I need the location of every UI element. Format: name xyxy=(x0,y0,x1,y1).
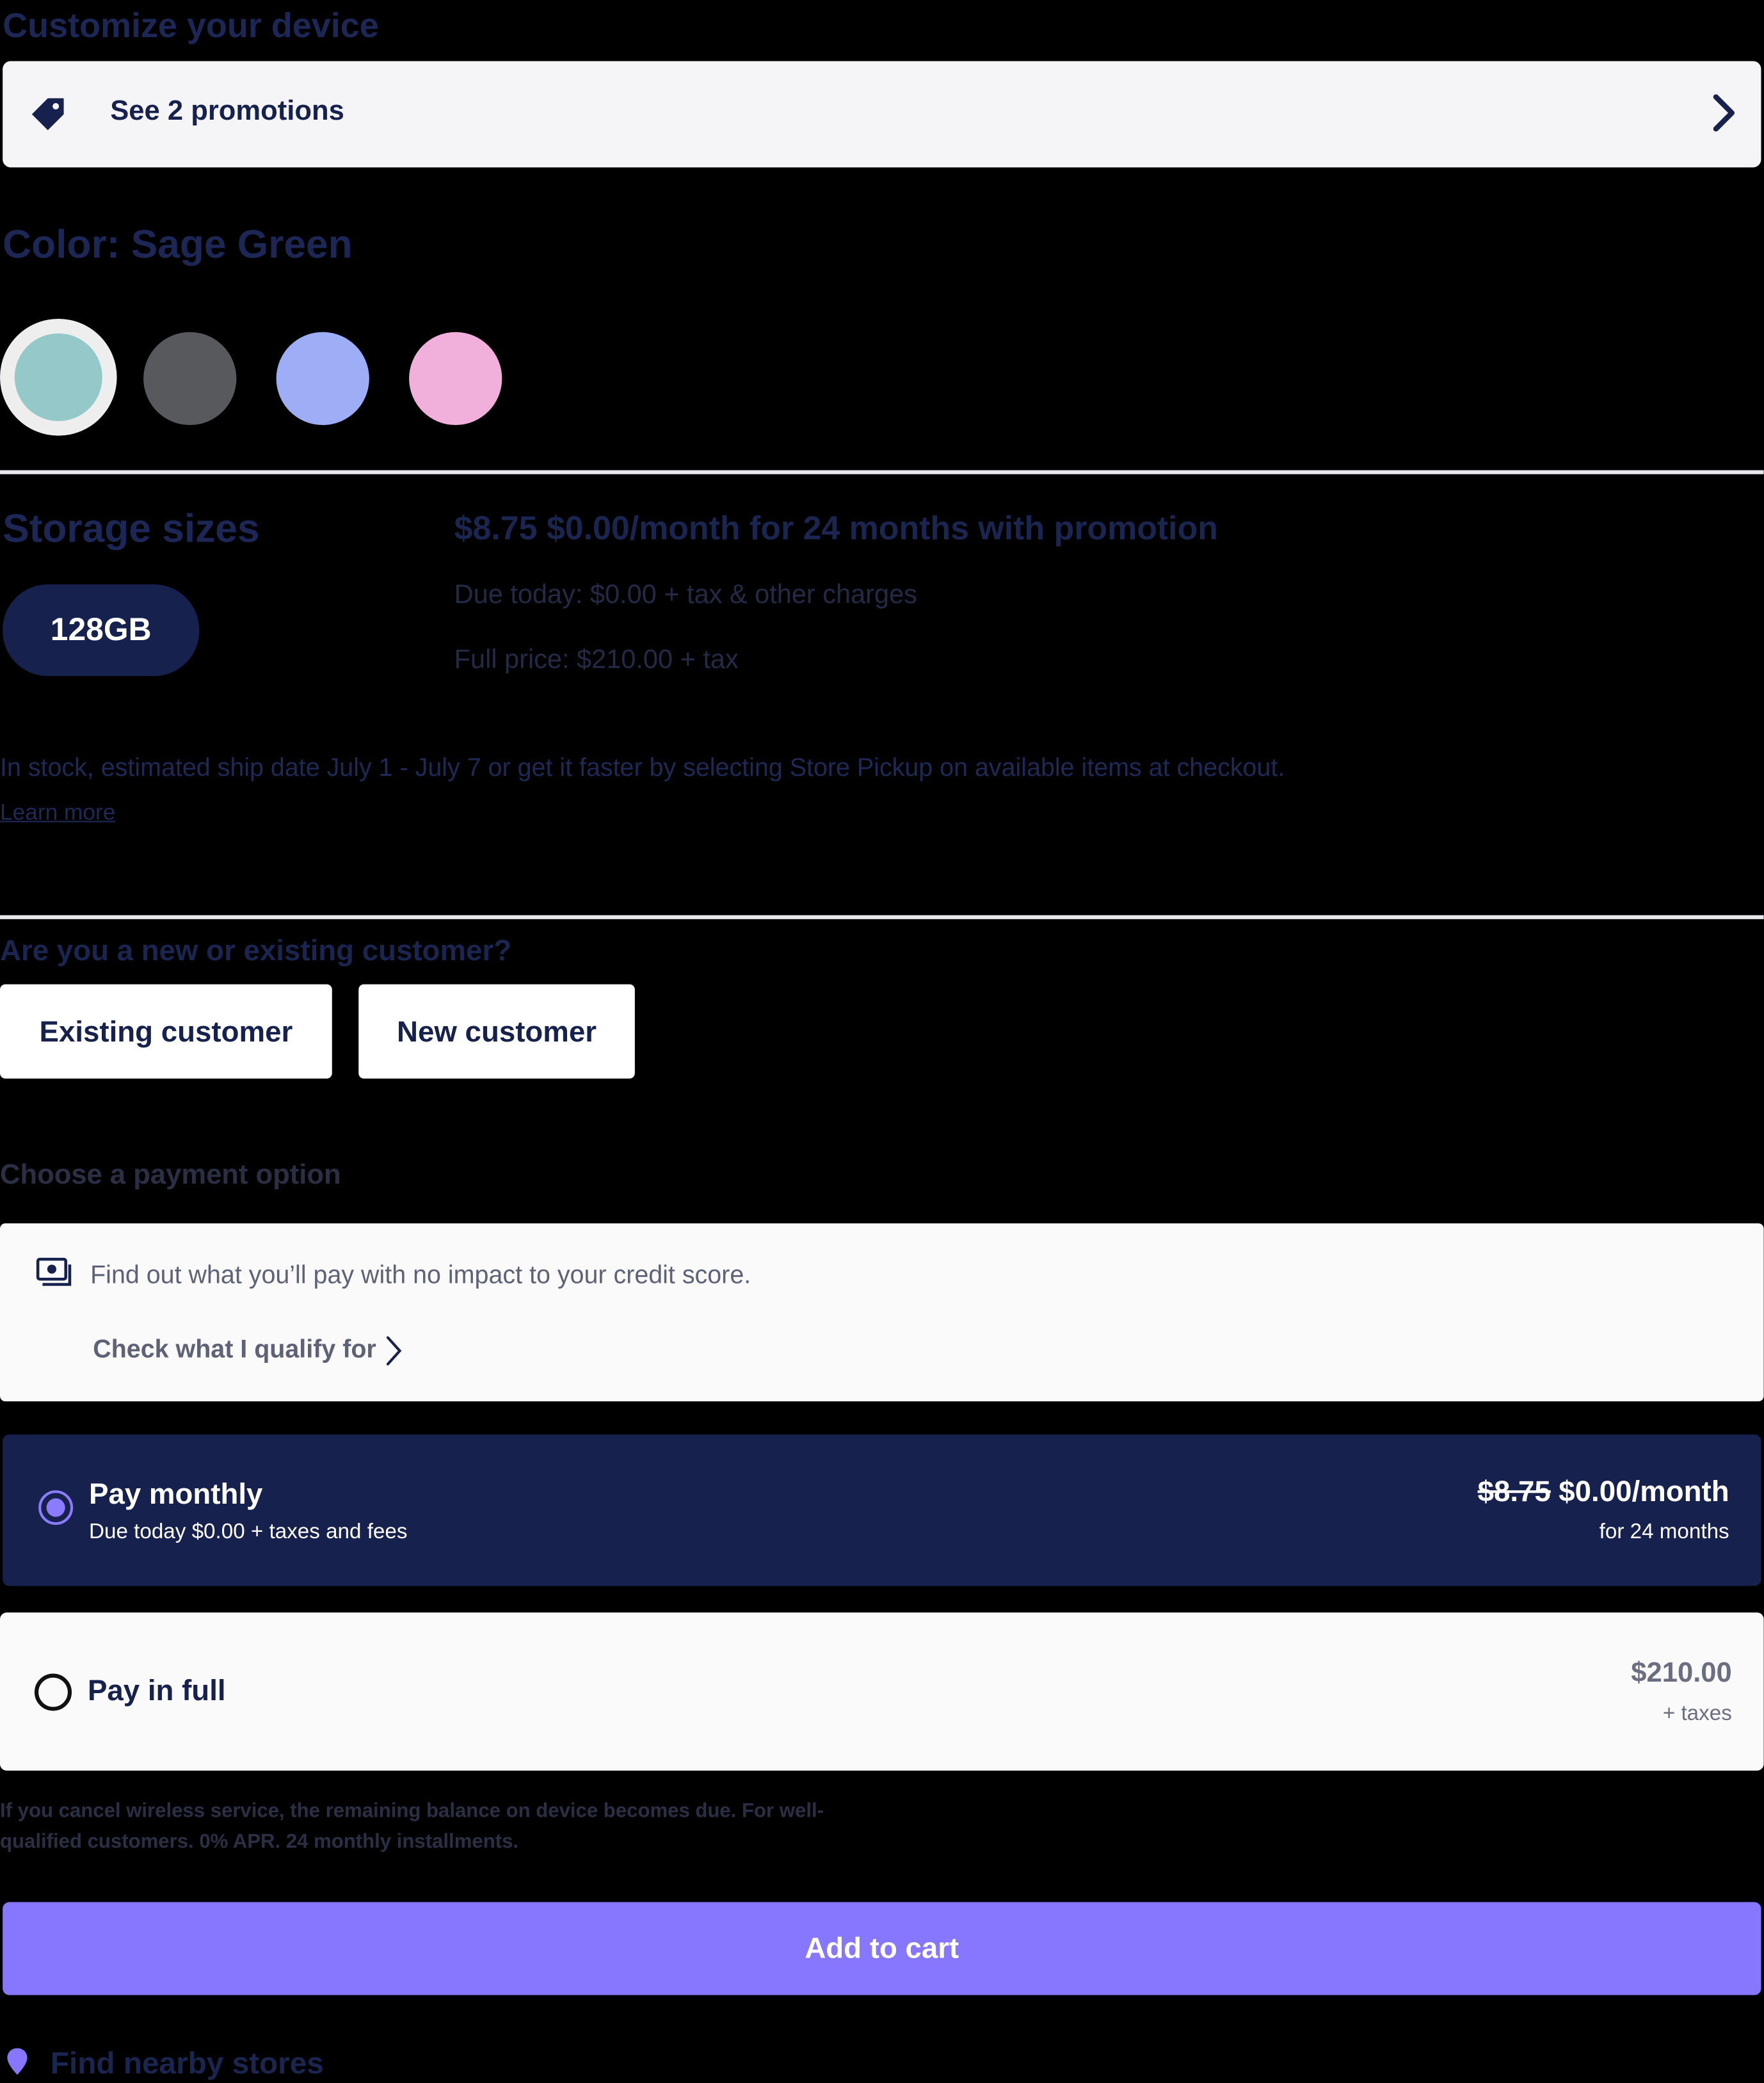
pay-full-taxes: + taxes xyxy=(1662,1703,1732,1726)
disclaimer-line-1: If you cancel wireless service, the rema… xyxy=(0,1799,824,1822)
check-qualify-label: Check what I qualify for xyxy=(93,1336,376,1365)
pay-monthly-term: for 24 months xyxy=(1599,1520,1729,1544)
existing-customer-button[interactable]: Existing customer xyxy=(0,984,332,1079)
pay-monthly-price: $8.75 $0.00/month xyxy=(1478,1474,1729,1509)
pay-full-title: Pay in full xyxy=(87,1673,226,1707)
new-price: $0.00/month xyxy=(1559,1474,1729,1508)
divider xyxy=(0,470,1764,474)
chevron-right-icon xyxy=(1713,94,1735,132)
promotions-label: See 2 promotions xyxy=(110,95,344,127)
pay-full-price: $210.00 xyxy=(1631,1657,1732,1689)
pay-monthly-subtitle: Due today $0.00 + taxes and fees xyxy=(89,1520,408,1544)
swatch-pink[interactable] xyxy=(409,332,502,425)
customize-heading: Customize your device xyxy=(3,5,379,45)
product-config-page: Customize your device See 2 promotions C… xyxy=(0,0,1764,2083)
radio-selected[interactable] xyxy=(38,1490,74,1525)
storage-option-128gb[interactable]: 128GB xyxy=(3,584,200,677)
disclaimer-line-2: qualified customers. 0% APR. 24 monthly … xyxy=(0,1830,519,1853)
swatch-dark-gray[interactable] xyxy=(143,332,237,425)
color-heading: Color: Sage Green xyxy=(3,223,353,268)
payment-heading: Choose a payment option xyxy=(0,1159,341,1191)
credit-check-panel: Find out what you’ll pay with no impact … xyxy=(0,1223,1764,1402)
learn-more-link[interactable]: Learn more xyxy=(0,800,115,826)
location-pin-icon xyxy=(7,2048,28,2075)
swatch-sage-green[interactable] xyxy=(14,333,102,421)
add-to-cart-button[interactable]: Add to cart xyxy=(3,1902,1761,1995)
money-icon xyxy=(36,1257,72,1286)
swatch-periwinkle[interactable] xyxy=(276,332,369,425)
promotions-bar[interactable]: See 2 promotions xyxy=(3,61,1761,168)
customer-question: Are you a new or existing customer? xyxy=(0,933,512,967)
pay-full-option[interactable]: Pay in full $210.00 + taxes xyxy=(0,1613,1764,1771)
radio-unselected[interactable] xyxy=(34,1673,72,1711)
old-price: $8.75 xyxy=(1477,1474,1551,1508)
storage-full-price: Full price: $210.00 + tax xyxy=(454,645,739,675)
new-customer-button[interactable]: New customer xyxy=(358,984,635,1079)
pay-monthly-option[interactable]: Pay monthly Due today $0.00 + taxes and … xyxy=(3,1435,1761,1586)
pay-monthly-title: Pay monthly xyxy=(89,1477,263,1511)
storage-due-today: Due today: $0.00 + tax & other charges xyxy=(454,580,917,610)
shipping-text: In stock, estimated ship date July 1 - J… xyxy=(0,754,1285,783)
chevron-right-icon xyxy=(387,1336,402,1366)
divider xyxy=(0,915,1764,919)
storage-heading: Storage sizes xyxy=(3,507,260,552)
find-stores-link[interactable]: Find nearby stores xyxy=(51,2046,324,2082)
credit-check-text: Find out what you’ll pay with no impact … xyxy=(90,1262,751,1290)
storage-price-line: $8.75 $0.00/month for 24 months with pro… xyxy=(454,510,1218,547)
check-qualify-link[interactable]: Check what I qualify for xyxy=(93,1335,403,1367)
tag-icon xyxy=(31,98,64,131)
